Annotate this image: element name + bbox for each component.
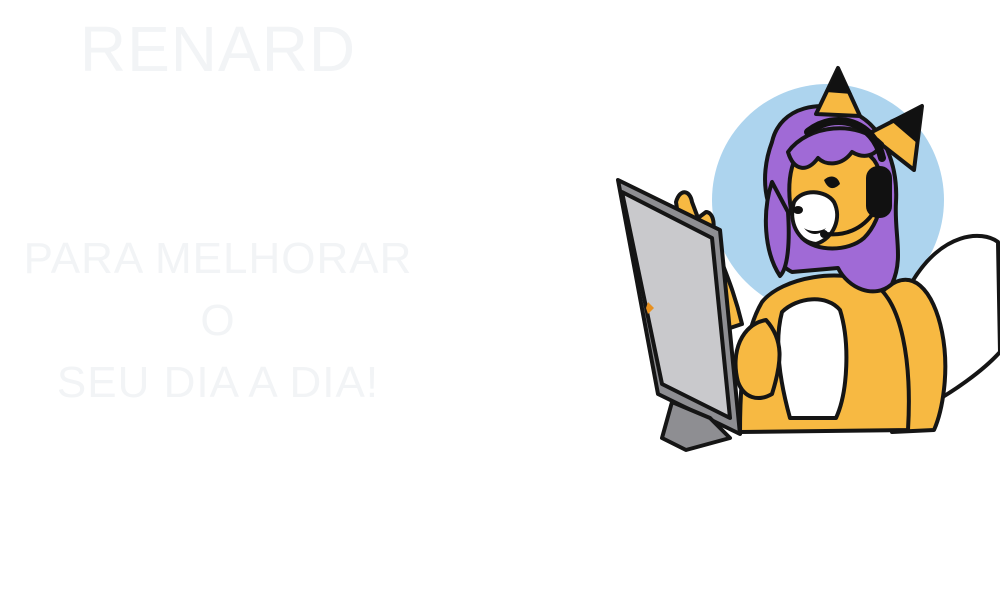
headset-mic-tip bbox=[820, 230, 828, 238]
chest-fur bbox=[776, 297, 849, 420]
tagline-line-1: PARA MELHORAR O bbox=[23, 234, 413, 345]
mascot-illustration bbox=[612, 62, 1000, 454]
arm bbox=[733, 318, 782, 400]
tagline: PARA MELHORAR O SEU DIA A DIA! bbox=[0, 228, 436, 414]
tagline-line-2: SEU DIA A DIA! bbox=[56, 358, 380, 407]
headset-icon bbox=[866, 166, 892, 218]
brand-title: RENARD bbox=[79, 13, 357, 85]
fox-girl-at-computer-illustration bbox=[616, 66, 1000, 452]
nose bbox=[793, 206, 803, 214]
